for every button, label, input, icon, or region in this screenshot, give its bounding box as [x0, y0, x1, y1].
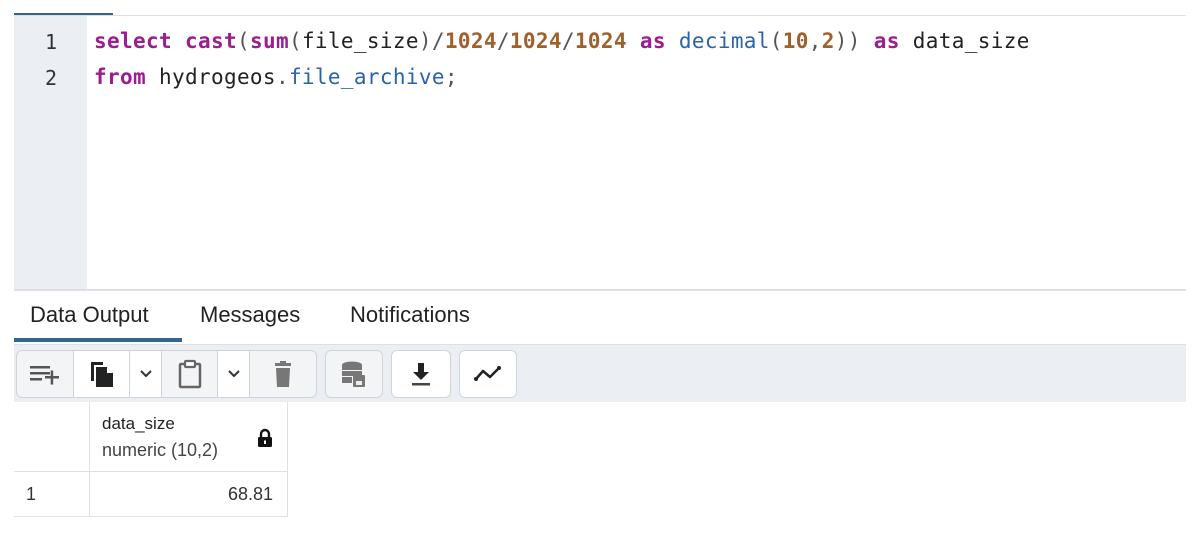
column-name: data_size [102, 414, 175, 433]
column-type: numeric (10,2) [102, 440, 219, 460]
copy-icon [90, 362, 113, 387]
chevron-down-icon [139, 370, 152, 378]
sql-keyword: select [94, 29, 172, 53]
sql-punctuation: , [808, 29, 822, 53]
add-row-icon [30, 366, 59, 385]
copy-options-dropdown[interactable] [130, 351, 162, 397]
sql-number: 1024 [509, 29, 562, 53]
sql-number: 1024 [574, 29, 627, 53]
graph-visualiser-group [459, 350, 517, 398]
column-header-data-size[interactable]: data_size numeric (10,2) [90, 402, 288, 472]
sql-punctuation: / [496, 29, 510, 53]
sql-type: decimal [678, 29, 770, 53]
editor-divider[interactable] [14, 289, 1186, 291]
copy-button[interactable] [74, 351, 130, 397]
output-tabs: Data Output Messages Notifications [14, 296, 1186, 344]
chevron-down-icon [227, 370, 240, 378]
trash-icon [275, 361, 291, 387]
sql-punctuation: )/ [418, 29, 445, 53]
paste-button[interactable] [162, 351, 218, 397]
sql-number: 2 [821, 29, 835, 53]
line-chart-icon [474, 366, 501, 381]
sql-number: 1024 [444, 29, 497, 53]
graph-visualiser-button[interactable] [460, 351, 516, 397]
line-number: 1 [44, 30, 57, 54]
edit-button-group [16, 350, 317, 398]
sql-punctuation: ( [769, 29, 783, 53]
save-data-button[interactable] [326, 351, 382, 397]
table-cell-data-size[interactable]: 68.81 [90, 472, 288, 517]
sql-identifier [666, 29, 679, 53]
lock-icon [258, 428, 272, 447]
sql-number: 10 [782, 29, 809, 53]
sql-keyword: as [639, 29, 666, 53]
delete-button[interactable] [250, 351, 316, 397]
sql-punctuation: / [561, 29, 575, 53]
tab-notifications[interactable]: Notifications [334, 296, 486, 342]
sql-table-name: file_archive [288, 65, 445, 89]
tab-messages[interactable]: Messages [184, 296, 316, 342]
sql-punctuation: ( [288, 29, 302, 53]
sql-identifier [146, 65, 159, 89]
data-output-toolbar [14, 344, 1186, 402]
database-save-icon [342, 361, 365, 387]
tab-data-output[interactable]: Data Output [14, 296, 182, 342]
sql-editor[interactable]: 1 2 select cast(sum(file_size)/1024/1024… [14, 16, 1186, 290]
sql-function: cast [184, 29, 237, 53]
code-line: select cast(sum(file_size)/1024/1024/102… [94, 29, 1030, 53]
line-number: 2 [44, 66, 57, 90]
sql-identifier [627, 29, 640, 53]
add-row-button[interactable] [17, 351, 74, 397]
download-icon [412, 363, 430, 386]
code-line: from hydrogeos.file_archive; [94, 65, 458, 89]
sql-punctuation: )) [834, 29, 861, 53]
sql-function: sum [249, 29, 289, 53]
sql-identifier: data_size [912, 29, 1030, 53]
sql-identifier: hydrogeos [158, 65, 276, 89]
row-number[interactable]: 1 [14, 472, 90, 517]
clipboard-icon [178, 359, 201, 389]
sql-keyword: from [94, 65, 146, 89]
download-button[interactable] [392, 351, 450, 397]
sql-keyword: as [873, 29, 900, 53]
sql-identifier [172, 29, 185, 53]
paste-options-dropdown[interactable] [218, 351, 250, 397]
sql-identifier [900, 29, 913, 53]
sql-punctuation: . [275, 65, 289, 89]
sql-punctuation: ; [444, 65, 458, 89]
row-number-header[interactable] [14, 402, 90, 472]
sql-punctuation: ( [236, 29, 250, 53]
line-number-gutter: 1 2 [14, 16, 87, 290]
sql-identifier [861, 29, 874, 53]
save-data-group [325, 350, 383, 398]
download-group [391, 350, 451, 398]
sql-identifier: file_size [301, 29, 419, 53]
